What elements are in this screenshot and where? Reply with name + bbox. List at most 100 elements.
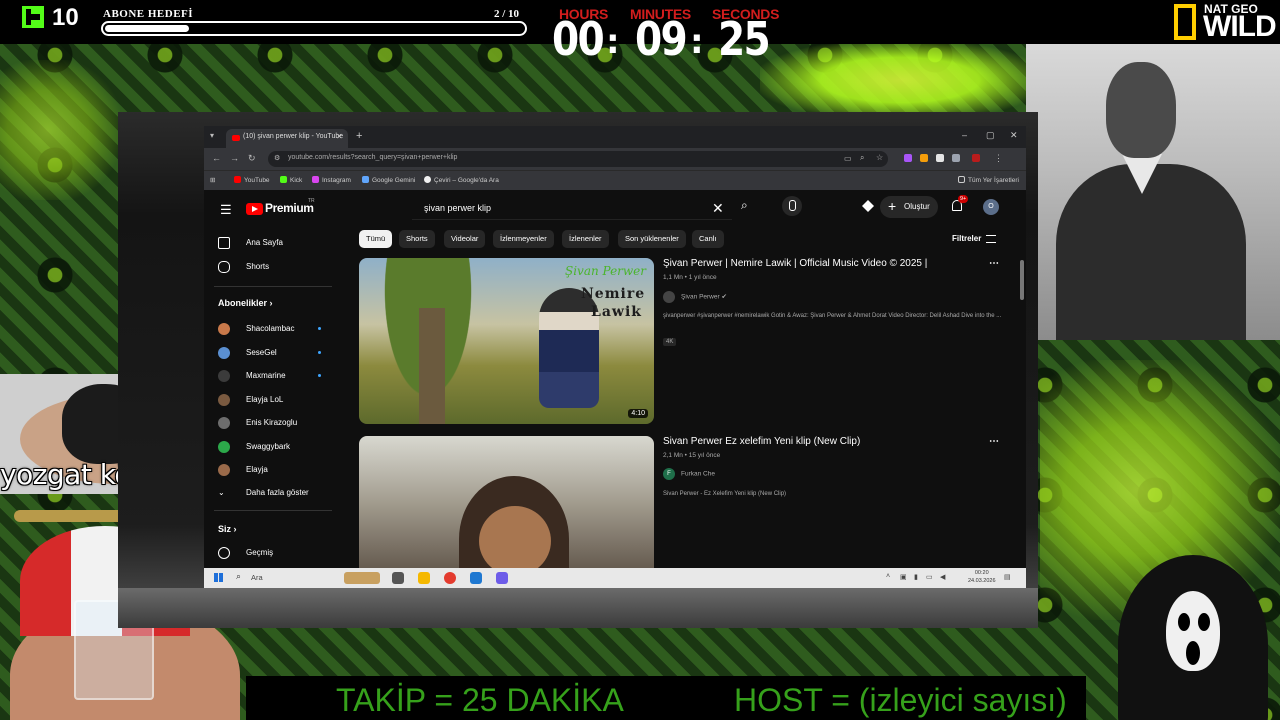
extensions-puzzle-icon[interactable] <box>952 154 960 162</box>
bookmark-youtube[interactable]: YouTube <box>234 176 270 184</box>
notification-badge: 9+ <box>958 195 969 203</box>
bookmark-label: Kick <box>290 177 303 184</box>
bookmark-kick[interactable]: Kick <box>280 176 302 184</box>
kick-logo-icon <box>22 6 44 28</box>
filter-chip[interactable]: İzlenmeyenler <box>493 230 554 248</box>
microphone-tray-icon[interactable]: ▮ <box>914 573 918 581</box>
filter-chip[interactable]: Shorts <box>399 230 435 248</box>
more-options-icon[interactable]: ⋯ <box>989 258 999 269</box>
volume-icon[interactable]: ◀ <box>940 573 945 581</box>
you-header[interactable]: Siz › <box>218 524 237 534</box>
all-bookmarks[interactable]: Tüm Yer İşaretleri <box>958 176 1019 184</box>
app-icon[interactable] <box>496 572 508 584</box>
subscriptions-header[interactable]: Abonelikler › <box>218 298 273 308</box>
file-explorer-icon[interactable] <box>418 572 430 584</box>
video-title[interactable]: Sivan Perwer Ez xelefim Yeni klip (New C… <box>663 436 993 449</box>
bookmark-instagram[interactable]: Instagram <box>312 176 351 184</box>
filter-chip[interactable]: Son yüklenenler <box>618 230 686 248</box>
chrome-icon[interactable] <box>444 572 456 584</box>
bookmark-star-icon[interactable]: ☆ <box>876 153 883 162</box>
taskbar-clock[interactable]: 00:20 24.03.2026 <box>968 570 996 585</box>
browser-tab[interactable]: (10) şivan perwer klip - YouTube ✕ <box>226 129 348 148</box>
clear-search-icon[interactable]: ✕ <box>712 200 724 217</box>
show-more-label: Daha fazla göster <box>246 488 309 497</box>
install-icon[interactable]: ▭ <box>844 154 852 163</box>
back-arrow-icon[interactable]: ← <box>212 153 221 163</box>
youtube-logo-icon[interactable] <box>246 203 263 215</box>
taskbar-search[interactable]: Ara <box>251 573 263 582</box>
reload-icon[interactable]: ↻ <box>248 153 256 164</box>
video-title[interactable]: Şivan Perwer | Nemire Lawik | Official M… <box>663 258 993 271</box>
widgets-icon[interactable] <box>344 572 380 584</box>
search-icon[interactable]: ⌕ <box>741 198 748 213</box>
create-label: Oluştur <box>904 202 930 211</box>
sidebar-item-label: Maxmarine <box>246 371 286 380</box>
timer-minutes: 09 <box>635 12 688 66</box>
ghostface-image <box>1088 555 1280 720</box>
sidebar-item-label: Elayja LoL <box>246 394 284 404</box>
chrome-menu-icon[interactable]: ⋮ <box>994 153 1003 164</box>
ghostface-eye <box>1198 613 1210 631</box>
bookmark-gemini[interactable]: Google Gemini <box>362 176 415 184</box>
filter-chip[interactable]: Videolar <box>444 230 486 248</box>
video-result[interactable]: Sivan Perwer Ez xelefim Yeni klip (New C… <box>359 436 1009 588</box>
video-channel[interactable]: Şivan Perwer ✔ <box>663 291 727 303</box>
page-scrollbar[interactable] <box>1020 260 1024 300</box>
forward-arrow-icon[interactable]: → <box>230 153 239 163</box>
timer-seconds: 25 <box>718 12 771 66</box>
store-icon[interactable] <box>470 572 482 584</box>
gem-icon[interactable] <box>862 200 874 212</box>
more-options-icon[interactable]: ⋯ <box>989 436 999 447</box>
youtube-icon <box>234 176 241 183</box>
profile-icon[interactable] <box>972 154 980 162</box>
tab-close-icon[interactable]: ✕ <box>336 132 343 141</box>
extension-icon[interactable] <box>920 154 928 162</box>
taskbar-date: 24.03.2026 <box>968 577 996 584</box>
create-button[interactable]: + Oluştur <box>880 196 938 218</box>
portrait-body <box>1056 164 1246 340</box>
filters-sliders-icon[interactable] <box>986 235 996 243</box>
portrait-photo <box>1026 44 1280 340</box>
windows-start-icon[interactable] <box>214 573 223 582</box>
filter-chip[interactable]: Tümü <box>359 230 393 248</box>
video-thumbnail[interactable]: Şivan Perwer Nemire Lawik 4:10 <box>359 258 654 424</box>
task-view-icon[interactable] <box>392 572 404 584</box>
minimize-button[interactable]: – <box>962 130 967 140</box>
extension-icon[interactable] <box>904 154 912 162</box>
network-icon[interactable]: ▭ <box>926 573 933 581</box>
channel-avatar: F <box>663 468 675 480</box>
bookmark-translate[interactable]: Çeviri – Google'da Ara <box>424 176 499 184</box>
filter-chip[interactable]: Canlı <box>692 230 724 248</box>
tab-title: (10) şivan perwer klip - YouTube <box>243 133 344 140</box>
close-window-button[interactable]: ✕ <box>1010 130 1018 141</box>
ghostface-eye <box>1178 613 1190 631</box>
new-tab-button[interactable]: + <box>356 130 362 142</box>
video-result[interactable]: Şivan Perwer Nemire Lawik 4:10 Şivan Per… <box>359 258 1009 428</box>
filter-chip[interactable]: İzlenenler <box>562 230 609 248</box>
filters-button[interactable]: Filtreler <box>952 234 981 243</box>
video-channel[interactable]: F Furkan Che <box>663 468 715 480</box>
bookmark-label: Instagram <box>322 177 351 184</box>
tray-chevron-icon[interactable]: ˄ <box>886 573 890 580</box>
tray-icon[interactable]: ▣ <box>900 573 907 581</box>
apps-grid-icon[interactable]: ⊞ <box>210 176 215 184</box>
account-avatar[interactable]: O <box>983 199 999 215</box>
maximize-button[interactable]: ▢ <box>986 130 995 141</box>
video-meta: 1,1 Mn • 1 yıl önce <box>663 274 717 281</box>
youtube-premium-brand[interactable]: Premium <box>265 201 314 215</box>
hamburger-menu-icon[interactable]: ☰ <box>220 202 232 218</box>
url-input[interactable]: ⚙ youtube.com/results?search_query=şivan… <box>268 151 888 167</box>
channel-avatar <box>663 291 675 303</box>
notifications-icon[interactable]: ▤ <box>1004 573 1011 581</box>
search-input[interactable]: şivan perwer klip ✕ <box>412 198 732 220</box>
search-icon[interactable]: ⌕ <box>236 571 241 582</box>
tab-search-icon[interactable]: ▾ <box>210 131 214 140</box>
site-info-icon[interactable]: ⚙ <box>274 154 280 162</box>
timer-hours: 00 <box>552 12 605 66</box>
zoom-icon[interactable]: ⌕ <box>860 153 864 163</box>
microphone-icon[interactable] <box>782 196 802 216</box>
extension-icon[interactable] <box>936 154 944 162</box>
video-thumbnail[interactable] <box>359 436 654 588</box>
youtube-region: TR <box>308 198 315 204</box>
portrait-head <box>1106 62 1176 158</box>
